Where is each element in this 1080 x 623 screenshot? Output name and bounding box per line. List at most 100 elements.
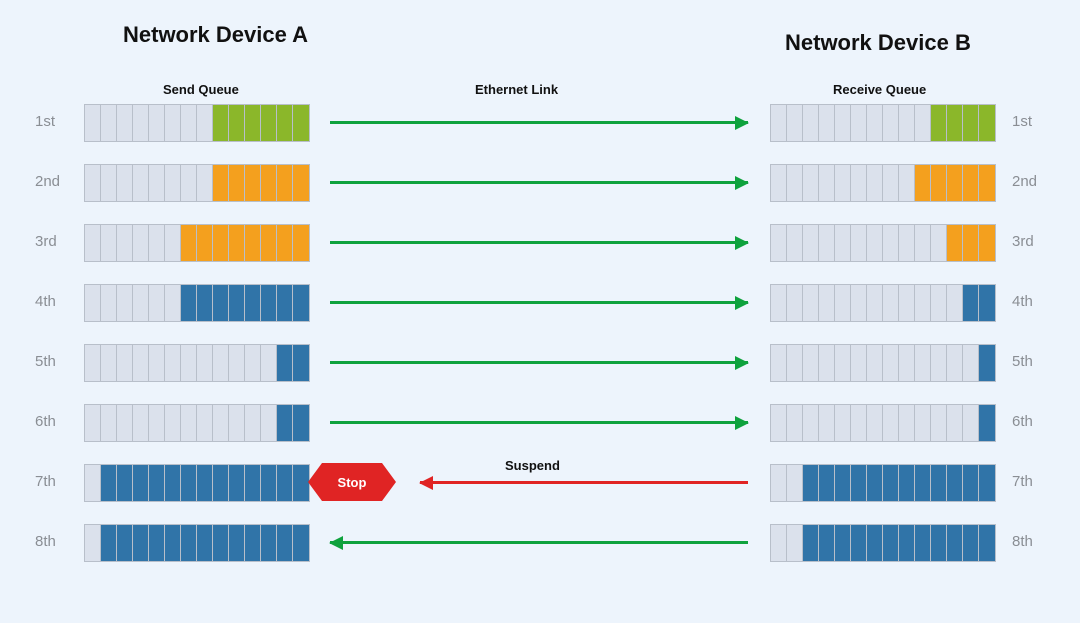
cell-filled (213, 465, 229, 501)
cell-empty (133, 225, 149, 261)
cell-empty (165, 345, 181, 381)
cell-filled (931, 465, 947, 501)
cell-empty (133, 165, 149, 201)
cell-filled (277, 525, 293, 561)
cell-empty (771, 465, 787, 501)
cell-filled (229, 105, 245, 141)
cell-filled (915, 465, 931, 501)
cell-empty (85, 345, 101, 381)
row-label-left: 3rd (35, 233, 57, 250)
row-label-right: 4th (1012, 293, 1033, 310)
cell-filled (883, 465, 899, 501)
row-label-left: 6th (35, 413, 56, 430)
cell-filled (245, 105, 261, 141)
cell-empty (197, 345, 213, 381)
cell-empty (899, 105, 915, 141)
cell-filled (883, 525, 899, 561)
cell-empty (867, 285, 883, 321)
cell-empty (883, 165, 899, 201)
cell-filled (245, 465, 261, 501)
cell-filled (835, 525, 851, 561)
cell-empty (133, 405, 149, 441)
cell-empty (787, 285, 803, 321)
row-label-right: 3rd (1012, 233, 1034, 250)
cell-empty (181, 165, 197, 201)
cell-empty (867, 105, 883, 141)
cell-filled (133, 525, 149, 561)
cell-empty (101, 405, 117, 441)
cell-empty (133, 105, 149, 141)
cell-empty (787, 105, 803, 141)
cell-empty (261, 345, 277, 381)
cell-filled (229, 465, 245, 501)
cell-empty (787, 345, 803, 381)
cell-empty (85, 225, 101, 261)
cell-empty (963, 405, 979, 441)
cell-empty (867, 405, 883, 441)
cell-empty (819, 225, 835, 261)
row-label-left: 8th (35, 533, 56, 550)
cell-empty (851, 345, 867, 381)
cell-filled (229, 165, 245, 201)
cell-filled (229, 285, 245, 321)
cell-filled (963, 525, 979, 561)
cell-empty (85, 405, 101, 441)
cell-empty (149, 165, 165, 201)
cell-empty (181, 345, 197, 381)
cell-empty (771, 345, 787, 381)
cell-empty (787, 165, 803, 201)
row-label-left: 5th (35, 353, 56, 370)
cell-filled (197, 525, 213, 561)
cell-filled (963, 225, 979, 261)
cell-empty (803, 225, 819, 261)
cell-filled (979, 525, 995, 561)
stop-badge: Stop (322, 463, 382, 501)
cell-filled (213, 225, 229, 261)
cell-empty (803, 345, 819, 381)
cell-empty (261, 405, 277, 441)
cell-filled (819, 465, 835, 501)
title-device-b: Network Device B (785, 30, 971, 56)
cell-filled (979, 285, 995, 321)
send-queue (84, 284, 310, 322)
cell-filled (931, 105, 947, 141)
cell-filled (181, 225, 197, 261)
receive-queue (770, 104, 996, 142)
cell-filled (979, 465, 995, 501)
receive-queue (770, 344, 996, 382)
cell-empty (117, 225, 133, 261)
cell-empty (771, 525, 787, 561)
arrow-right-icon (330, 361, 748, 364)
cell-empty (803, 105, 819, 141)
label-send-queue: Send Queue (163, 82, 239, 97)
cell-filled (197, 285, 213, 321)
cell-filled (117, 465, 133, 501)
cell-empty (101, 105, 117, 141)
cell-empty (883, 225, 899, 261)
cell-filled (277, 405, 293, 441)
cell-empty (165, 405, 181, 441)
cell-empty (229, 405, 245, 441)
cell-empty (197, 165, 213, 201)
cell-filled (229, 525, 245, 561)
cell-filled (261, 525, 277, 561)
cell-filled (229, 225, 245, 261)
cell-filled (213, 105, 229, 141)
label-ethernet-link: Ethernet Link (475, 82, 558, 97)
cell-filled (899, 525, 915, 561)
cell-filled (261, 285, 277, 321)
cell-filled (277, 465, 293, 501)
cell-empty (899, 165, 915, 201)
suspend-label: Suspend (505, 458, 560, 473)
cell-filled (293, 165, 309, 201)
row-label-left: 7th (35, 473, 56, 490)
cell-filled (819, 525, 835, 561)
cell-empty (819, 285, 835, 321)
arrow-left-icon (420, 481, 748, 484)
cell-filled (293, 105, 309, 141)
cell-filled (931, 165, 947, 201)
cell-empty (867, 165, 883, 201)
cell-empty (181, 105, 197, 141)
cell-empty (867, 225, 883, 261)
cell-empty (85, 525, 101, 561)
